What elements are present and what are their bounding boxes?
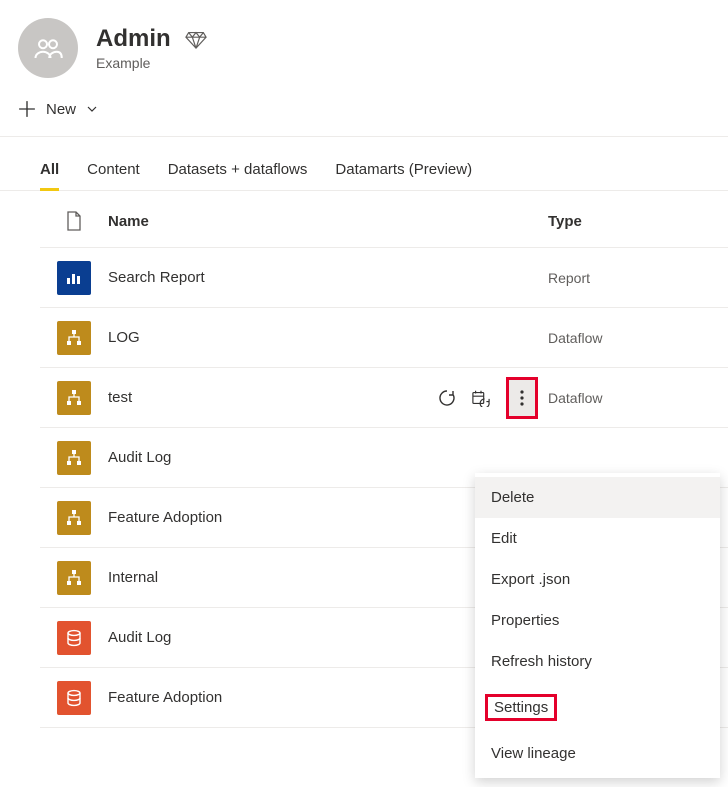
- item-name[interactable]: Feature Adoption: [108, 509, 418, 526]
- context-menu: Delete Edit Export .json Properties Refr…: [475, 473, 720, 778]
- menu-item-delete[interactable]: Delete: [475, 477, 720, 518]
- item-name[interactable]: Internal: [108, 569, 418, 586]
- item-type: Report: [548, 270, 728, 286]
- workspace-subtitle: Example: [96, 55, 207, 71]
- menu-item-refresh-history[interactable]: Refresh history: [475, 641, 720, 682]
- menu-item-settings-label: Settings: [485, 694, 557, 721]
- menu-item-export-json[interactable]: Export .json: [475, 559, 720, 600]
- premium-diamond-icon: [185, 28, 207, 50]
- vertical-dots-icon: [520, 389, 524, 407]
- dataflow-icon: [57, 561, 91, 595]
- tab-datamarts[interactable]: Datamarts (Preview): [335, 151, 472, 190]
- item-type: Dataflow: [548, 330, 728, 346]
- item-name[interactable]: Feature Adoption: [108, 689, 418, 706]
- item-name[interactable]: Search Report: [108, 269, 418, 286]
- dataflow-icon: [57, 501, 91, 535]
- column-name-header[interactable]: Name: [108, 213, 418, 230]
- column-icon-header: [40, 211, 108, 231]
- menu-item-settings[interactable]: Settings: [475, 682, 720, 733]
- tab-content[interactable]: Content: [87, 151, 140, 190]
- more-options-button[interactable]: [506, 377, 538, 419]
- item-name[interactable]: Audit Log: [108, 629, 418, 646]
- menu-item-edit[interactable]: Edit: [475, 518, 720, 559]
- report-icon: [57, 261, 91, 295]
- new-button[interactable]: New: [14, 96, 102, 122]
- refresh-now-button[interactable]: [438, 389, 456, 407]
- item-name[interactable]: test: [108, 389, 418, 406]
- new-button-label: New: [46, 101, 76, 118]
- menu-item-view-lineage[interactable]: View lineage: [475, 733, 720, 774]
- item-name[interactable]: LOG: [108, 329, 418, 346]
- chevron-down-icon: [86, 103, 98, 115]
- file-icon: [66, 211, 82, 231]
- table-row[interactable]: LOG Dataflow: [40, 308, 728, 368]
- workspace-title-block: Admin Example: [96, 25, 207, 71]
- dataset-icon: [57, 621, 91, 655]
- toolbar: New: [0, 86, 728, 136]
- workspace-avatar: [18, 18, 78, 78]
- plus-icon: [18, 100, 36, 118]
- dataset-icon: [57, 681, 91, 715]
- menu-item-properties[interactable]: Properties: [475, 600, 720, 641]
- grid-header: Name Type: [40, 191, 728, 248]
- item-type: Dataflow: [548, 390, 728, 406]
- column-type-header[interactable]: Type: [548, 213, 728, 230]
- tab-all[interactable]: All: [40, 151, 59, 190]
- schedule-refresh-icon: [472, 389, 490, 407]
- refresh-icon: [438, 389, 456, 407]
- table-row[interactable]: test Dataflow: [40, 368, 728, 428]
- schedule-refresh-button[interactable]: [472, 389, 490, 407]
- dataflow-icon: [57, 321, 91, 355]
- dataflow-icon: [57, 441, 91, 475]
- workspace-header: Admin Example: [0, 0, 728, 86]
- workspace-title: Admin: [96, 25, 171, 53]
- tabs: All Content Datasets + dataflows Datamar…: [0, 137, 728, 191]
- dataflow-icon: [57, 381, 91, 415]
- group-icon: [33, 33, 63, 63]
- table-row[interactable]: Search Report Report: [40, 248, 728, 308]
- item-name[interactable]: Audit Log: [108, 449, 418, 466]
- tab-datasets-dataflows[interactable]: Datasets + dataflows: [168, 151, 308, 190]
